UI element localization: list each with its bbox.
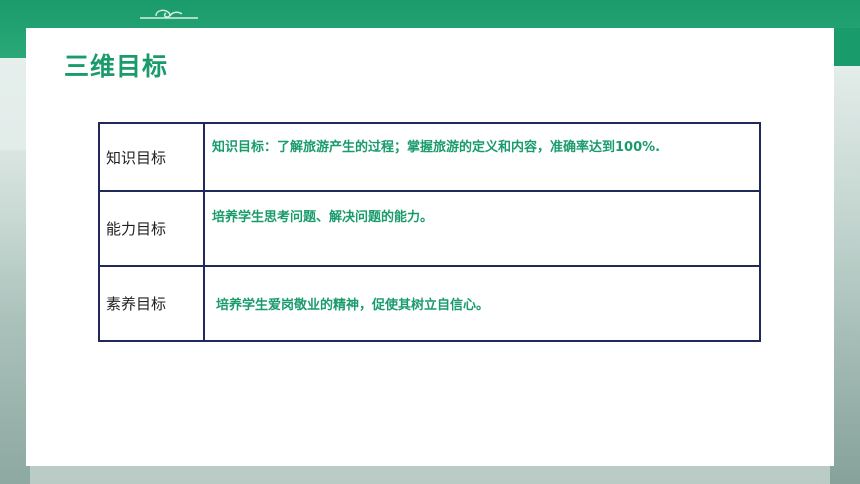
card-side-accent [834,28,860,66]
row-label: 素养目标 [106,295,167,313]
table-row: 能力目标 培养学生思考问题、解决问题的能力。 [98,190,761,267]
row-content-cell: 培养学生思考问题、解决问题的能力。 [203,190,761,267]
row-content-cell: 培养学生爱岗敬业的精神，促使其树立自信心。 [203,265,761,342]
row-content: 培养学生爱岗敬业的精神，促使其树立自信心。 [216,298,490,313]
row-content: 培养学生思考问题、解决问题的能力。 [212,209,434,225]
cloud-scroll-ornament-icon [140,9,198,19]
row-content: 知识目标：了解旅游产生的过程；掌握旅游的定义和内容，准确率达到100%. [212,140,661,155]
goals-table: 知识目标 知识目标：了解旅游产生的过程；掌握旅游的定义和内容，准确率达到100%… [98,122,761,342]
row-label: 能力目标 [106,220,167,238]
page-title: 三维目标 [64,52,169,81]
row-label-cell: 知识目标 [98,122,205,192]
row-label-cell: 素养目标 [98,265,205,342]
row-label-cell: 能力目标 [98,190,205,267]
table-row: 知识目标 知识目标：了解旅游产生的过程；掌握旅游的定义和内容，准确率达到100%… [98,122,761,192]
row-label: 知识目标 [106,148,167,167]
row-content-cell: 知识目标：了解旅游产生的过程；掌握旅游的定义和内容，准确率达到100%. [203,122,761,192]
table-row: 素养目标 培养学生爱岗敬业的精神，促使其树立自信心。 [98,265,761,342]
background-landscape-right [830,70,860,484]
